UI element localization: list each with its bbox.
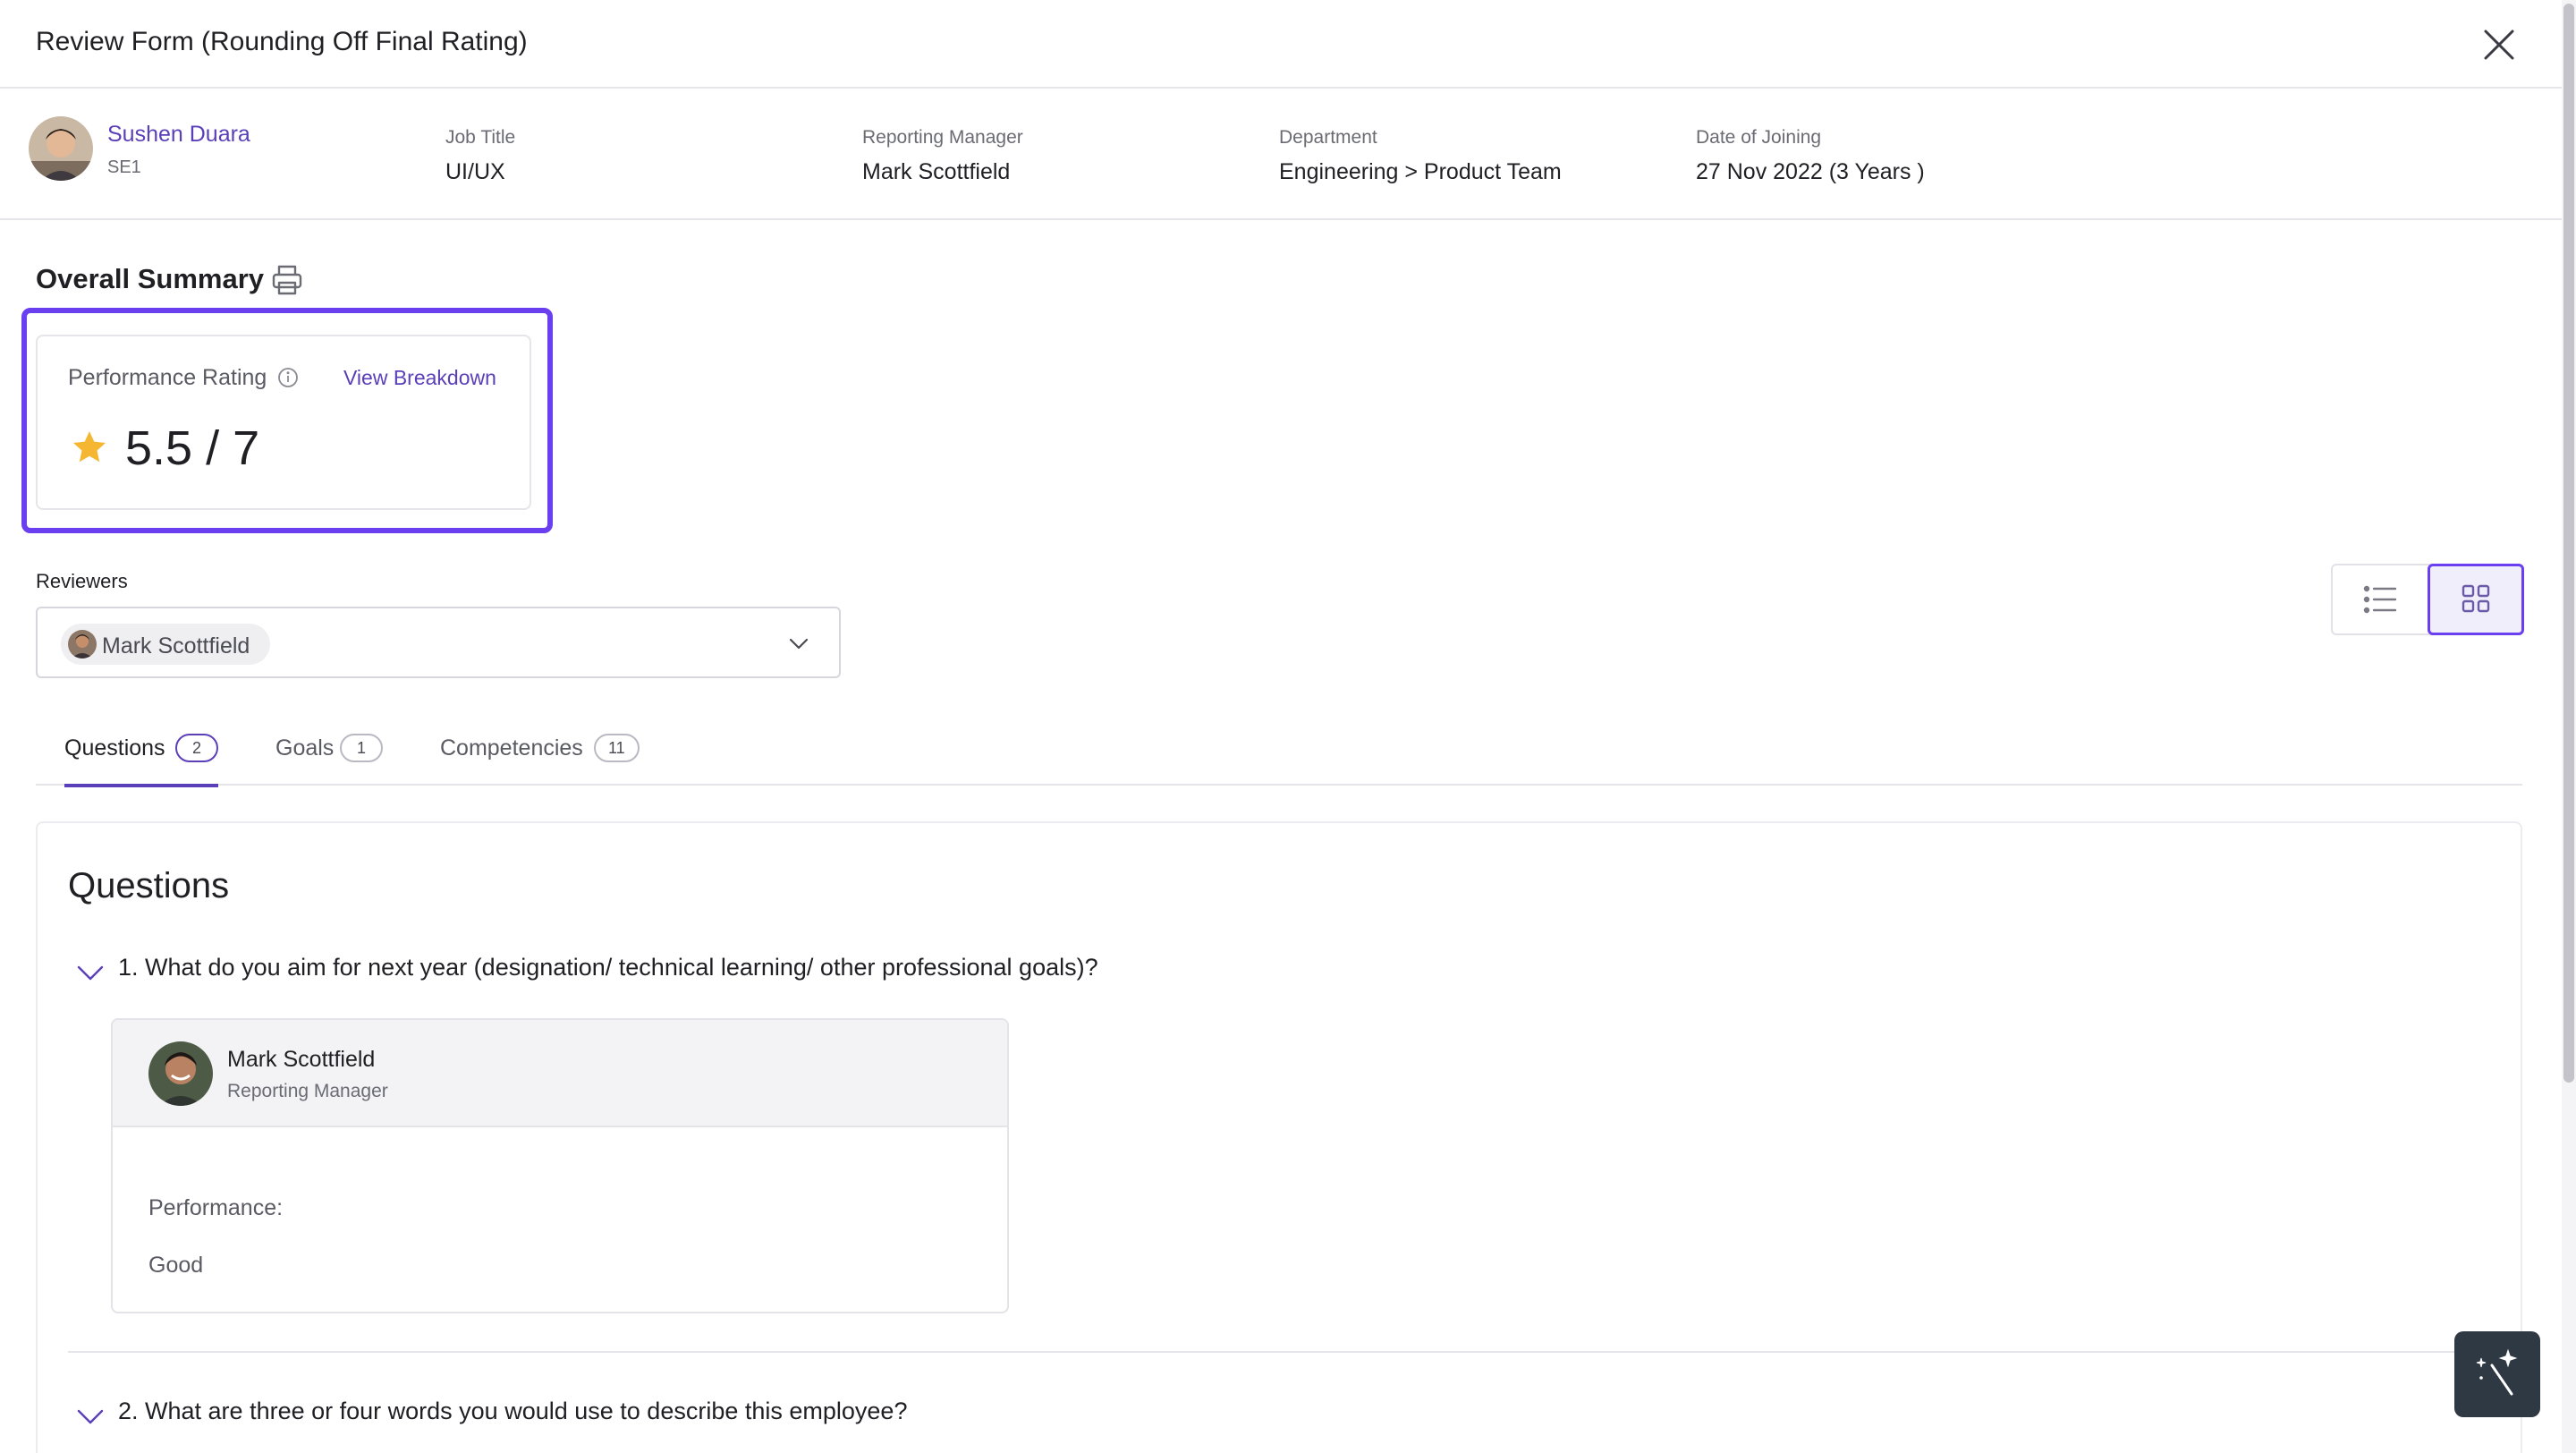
list-view-button[interactable] [2333, 565, 2428, 633]
performance-rating-card: Performance Rating View Breakdown 5.5 / … [36, 335, 531, 510]
review-tabs: Questions 2 Goals 1 Competencies 11 [36, 725, 2522, 787]
performance-rating-value: 5.5 / 7 [125, 421, 260, 475]
answer-label: Performance: [148, 1195, 284, 1220]
question-2-text: 2. What are three or four words you woul… [118, 1398, 908, 1424]
employee-name-link[interactable]: Sushen Duara [107, 122, 250, 148]
grid-view-button[interactable] [2428, 564, 2524, 635]
employee-avatar [29, 116, 93, 181]
reviewer-avatar [148, 1041, 213, 1106]
job-title-value: UI/UX [445, 159, 505, 184]
close-button[interactable] [2481, 27, 2517, 63]
tab-competencies[interactable]: Competencies 11 [440, 725, 655, 786]
job-title-label: Job Title [445, 127, 516, 148]
question-1-text: 1. What do you aim for next year (design… [118, 954, 1098, 981]
tab-goals-count: 1 [340, 734, 383, 762]
reviewer-name: Mark Scottfield [227, 1047, 376, 1072]
close-icon [2484, 30, 2514, 60]
magic-wand-icon [2476, 1348, 2518, 1396]
grid-view-icon [2462, 584, 2490, 613]
question-divider [68, 1351, 2522, 1353]
tab-questions-label: Questions [64, 735, 165, 760]
view-toggle [2331, 564, 2524, 635]
overall-summary-title: Overall Summary [36, 263, 265, 294]
chevron-down-icon [789, 638, 809, 650]
ai-assist-button[interactable] [2454, 1331, 2540, 1417]
tab-goals[interactable]: Goals 1 [275, 725, 392, 786]
department-value: Engineering > Product Team [1279, 159, 1562, 184]
tab-goals-label: Goals [275, 735, 335, 760]
tab-active-indicator [64, 784, 218, 787]
tab-competencies-label: Competencies [440, 735, 583, 760]
performance-rating-label: Performance Rating [68, 365, 267, 390]
questions-panel: Questions 1. What do you aim for next ye… [36, 821, 2522, 1453]
questions-heading: Questions [68, 866, 230, 905]
answer-value: Good [148, 1253, 204, 1278]
chevron-down-icon [77, 965, 104, 981]
modal-header: Review Form (Rounding Off Final Rating) [0, 0, 2562, 89]
page-title: Review Form (Rounding Off Final Rating) [36, 27, 528, 56]
info-icon[interactable] [277, 367, 299, 388]
reporting-manager-value: Mark Scottfield [862, 159, 1011, 184]
reviewers-select[interactable]: Mark Scottfield [36, 607, 841, 678]
answer-card-header: Mark Scottfield Reporting Manager [113, 1020, 1007, 1127]
print-button[interactable] [270, 263, 304, 297]
department-label: Department [1279, 127, 1377, 148]
view-breakdown-link[interactable]: View Breakdown [343, 366, 496, 390]
reviewer-role: Reporting Manager [227, 1081, 388, 1101]
reviewer-chip-label: Mark Scottfield [102, 633, 250, 659]
reporting-manager-label: Reporting Manager [862, 127, 1023, 148]
tab-questions-count: 2 [175, 734, 218, 762]
star-icon [73, 431, 106, 463]
tab-questions[interactable]: Questions 2 [64, 725, 218, 787]
tab-competencies-count: 11 [594, 734, 640, 762]
reviewers-label: Reviewers [36, 570, 128, 592]
answer-card: Mark Scottfield Reporting Manager Perfor… [111, 1018, 1009, 1313]
reviewer-chip[interactable]: Mark Scottfield [61, 624, 270, 665]
employee-grade: SE1 [107, 157, 141, 177]
scrollbar-thumb[interactable] [2563, 4, 2574, 1083]
chevron-down-icon [77, 1409, 104, 1424]
date-of-joining-label: Date of Joining [1696, 127, 1822, 148]
reviewer-chip-avatar [68, 630, 97, 659]
employee-info-strip: Sushen Duara SE1 Job Title UI/UX Reporti… [0, 89, 2562, 220]
date-of-joining-value: 27 Nov 2022 (3 Years ) [1696, 159, 1925, 184]
printer-icon [272, 265, 302, 295]
list-view-icon [2363, 585, 2397, 614]
